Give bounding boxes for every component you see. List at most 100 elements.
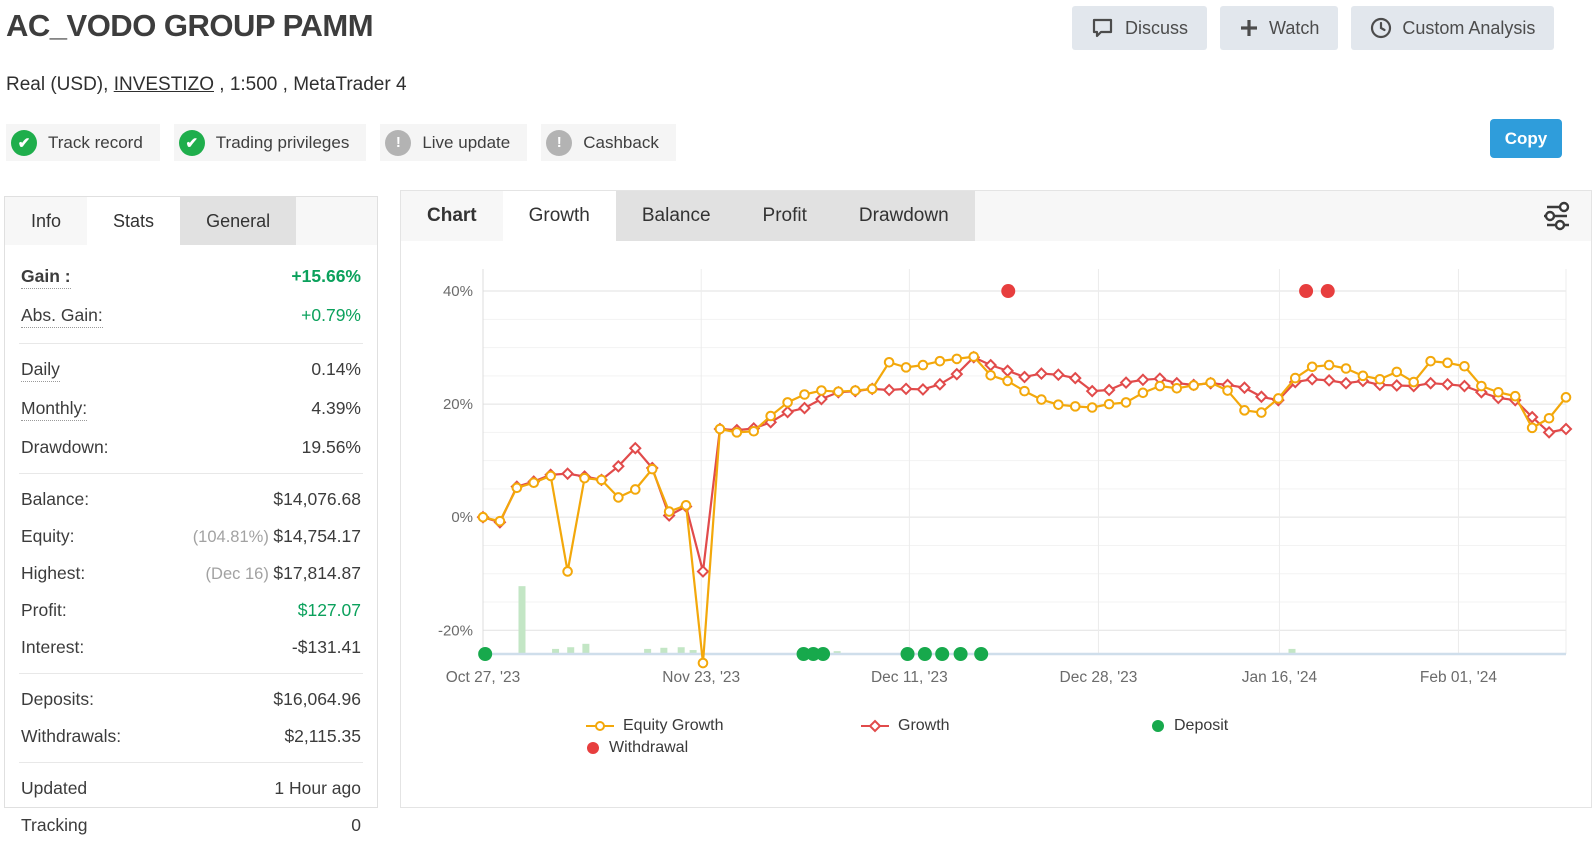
exclamation-circle-icon: !	[385, 129, 412, 156]
stat-value-text: +0.79%	[301, 305, 361, 325]
legend-label: Equity Growth	[623, 717, 724, 734]
stat-label: Drawdown:	[21, 437, 109, 457]
marker-equity-growth	[748, 425, 760, 437]
marker-equity-growth	[731, 427, 743, 438]
stat-value: -$131.41	[292, 637, 361, 658]
discuss-button[interactable]: Discuss	[1072, 6, 1208, 50]
copy-button[interactable]: Copy	[1490, 119, 1562, 158]
stat-value: 4.39%	[311, 398, 361, 419]
marker-growth	[1051, 368, 1065, 382]
marker-growth	[1035, 367, 1048, 381]
stat-row-deposits: Deposits: $16,064.96	[19, 681, 363, 718]
tab-general[interactable]: General	[180, 197, 297, 245]
stat-value-text: 4.39%	[311, 398, 361, 418]
badge-live-update: ! Live update	[380, 124, 528, 161]
growth-chart-plot[interactable]: 40% 20% 0% -20% Oct 27, '23 Nov 23, '23 Dec 11…	[401, 249, 1592, 699]
marker-growth	[1018, 370, 1031, 384]
volume-bar	[582, 643, 590, 654]
x-tick-label: Jan 16, '24	[1242, 669, 1318, 686]
marker-growth	[1458, 379, 1471, 393]
marker-equity-growth	[629, 484, 641, 495]
stat-value: +15.66%	[291, 266, 361, 287]
marker-equity-growth	[1239, 405, 1250, 416]
stat-value-text: 19.56%	[301, 437, 361, 457]
subtitle-prefix: Real (USD),	[6, 74, 114, 95]
stat-row-tracking: Tracking 0	[19, 807, 363, 844]
marker-equity-growth	[1323, 359, 1335, 371]
account-subtitle: Real (USD), INVESTIZO , 1:500 , MetaTrad…	[6, 74, 407, 96]
marker-equity-growth	[1425, 355, 1436, 367]
marker-equity-growth	[1459, 360, 1470, 372]
marker-equity-growth	[613, 492, 624, 503]
stat-value-text: 0	[351, 815, 361, 835]
marker-growth	[1001, 364, 1014, 378]
stat-group: Gain : +15.66% Abs. Gain: +0.79%	[19, 251, 363, 343]
action-button-label: Discuss	[1125, 17, 1189, 38]
action-button-label: Watch	[1269, 17, 1320, 38]
stat-label: Gain :	[21, 266, 71, 289]
badge-trading-privileges: ✔ Trading privileges	[173, 124, 367, 161]
y-tick-label: -20%	[438, 622, 473, 639]
legend-withdrawal[interactable]: Withdrawal	[586, 739, 688, 757]
marker-equity-growth	[1019, 385, 1030, 397]
x-tick-label: Dec 28, '23	[1060, 669, 1138, 686]
stat-value: 19.56%	[302, 437, 361, 458]
stat-group: Balance: $14,076.68 Equity: (104.81%) $14,7…	[19, 473, 363, 673]
stat-row-equity: Equity: (104.81%) $14,754.17	[19, 518, 363, 555]
stat-value-text: $17,814.87	[273, 563, 361, 583]
marker-equity-growth	[528, 477, 540, 489]
marker-equity-growth	[646, 463, 658, 475]
marker-growth	[984, 358, 998, 372]
marker-equity-growth	[816, 385, 827, 396]
marker-equity-growth	[951, 353, 963, 365]
badge-label: Track record	[48, 132, 143, 152]
legend-growth[interactable]: Growth	[861, 717, 950, 735]
stat-label: Monthly:	[21, 398, 88, 421]
tab-balance[interactable]: Balance	[615, 191, 737, 241]
badge-label: Cashback	[583, 132, 659, 152]
marker-equity-growth	[1069, 401, 1081, 412]
marker-equity-growth	[849, 385, 861, 396]
custom-analysis-button[interactable]: Custom Analysis	[1351, 6, 1555, 50]
marker-equity-growth	[545, 470, 556, 482]
deposit-dot	[917, 647, 932, 661]
tab-growth[interactable]: Growth	[502, 191, 616, 241]
marker-growth	[1238, 381, 1251, 395]
badge-label: Trading privileges	[215, 132, 350, 152]
legend-label: Deposit	[1174, 717, 1229, 734]
stat-label: Tracking	[21, 815, 88, 835]
stat-value: $2,115.35	[284, 726, 361, 747]
tab-stats[interactable]: Stats	[87, 197, 181, 245]
chart-tabs-label: Chart	[427, 205, 477, 226]
marker-growth	[1119, 376, 1133, 390]
marker-equity-growth	[1374, 373, 1386, 385]
marker-equity-growth	[1476, 380, 1487, 392]
marker-equity-growth	[1340, 363, 1352, 374]
stat-value-text: $14,754.17	[273, 526, 361, 546]
marker-growth	[1254, 390, 1268, 404]
marker-equity-growth	[1120, 397, 1132, 408]
tab-profit[interactable]: Profit	[736, 191, 833, 241]
stat-row-daily: Daily 0.14%	[19, 351, 363, 390]
marker-equity-growth	[782, 397, 793, 408]
chart-settings-sliders-icon[interactable]	[1535, 196, 1577, 236]
stat-value-prefix: (104.81%)	[192, 528, 274, 546]
legend-deposit[interactable]: Deposit	[1151, 717, 1228, 735]
tab-drawdown[interactable]: Drawdown	[832, 191, 975, 241]
stat-value-text: $16,064.96	[273, 689, 361, 709]
broker-link[interactable]: INVESTIZO	[114, 74, 214, 95]
tab-info[interactable]: Info	[5, 197, 87, 245]
stat-value-text: 1 Hour ago	[274, 778, 361, 798]
stat-value-text: $14,076.68	[273, 489, 361, 509]
legend-equity-growth[interactable]: Equity Growth	[586, 717, 723, 735]
marker-equity-growth	[714, 423, 726, 435]
watch-button[interactable]: Watch	[1220, 6, 1339, 50]
x-tick-label: Feb 01, '24	[1420, 669, 1497, 686]
marker-growth	[1424, 376, 1438, 390]
marker-growth	[933, 377, 947, 391]
chart-tabs: Chart Growth Balance Profit Drawdown	[401, 191, 1591, 241]
stats-body: Gain : +15.66% Abs. Gain: +0.79% Daily 0.14% M…	[5, 245, 377, 851]
marker-equity-growth	[1526, 422, 1538, 434]
marker-growth	[882, 383, 896, 397]
page-title: AC_VODO GROUP PAMM	[6, 8, 374, 43]
